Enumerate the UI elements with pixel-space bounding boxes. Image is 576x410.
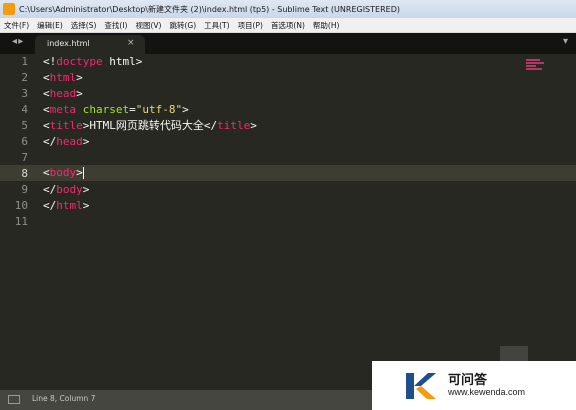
code-token: < (43, 103, 50, 116)
code-line-9[interactable]: </body> (43, 182, 89, 198)
sublime-icon (3, 3, 15, 15)
menu-goto[interactable]: 跳转(G) (165, 20, 200, 31)
code-token: "utf-8" (135, 103, 183, 116)
code-token: charset (82, 103, 130, 116)
code-line-2[interactable]: <html> (43, 70, 83, 86)
code-line-3[interactable]: <head> (43, 86, 83, 102)
menu-view[interactable]: 视图(V) (131, 20, 165, 31)
code-token: </ (43, 135, 57, 148)
code-token: > (82, 183, 90, 196)
code-token: > (82, 135, 90, 148)
code-line-6[interactable]: </head> (43, 134, 89, 150)
line-number: 3 (21, 87, 28, 100)
code-token: html> (102, 55, 143, 68)
code-token: </ (43, 183, 57, 196)
tab-nav-arrows-icon[interactable]: ◂ ▸ (12, 36, 23, 47)
menu-file[interactable]: 文件(F) (0, 20, 33, 31)
title-bar: C:\Users\Administrator\Desktop\新建文件夹 (2)… (0, 0, 576, 18)
code-token: html (49, 71, 77, 84)
tab-strip: ◂ ▸ index.html × ▾ (0, 33, 576, 54)
code-editor[interactable]: 1 2 3 4 5 6 7 8 9 10 11 <!doctype html> … (0, 54, 576, 390)
code-token: > (76, 166, 83, 179)
code-token: body (56, 183, 83, 196)
line-number: 4 (21, 103, 28, 116)
line-number: 9 (21, 183, 28, 196)
code-token: head (56, 135, 83, 148)
menu-bar: 文件(F) 编辑(E) 选择(S) 查找(I) 视图(V) 跳转(G) 工具(T… (0, 18, 576, 33)
code-token: meta (49, 103, 77, 116)
code-line-10[interactable]: </html> (43, 198, 89, 214)
code-token: > (182, 103, 189, 116)
line-number: 10 (14, 199, 28, 212)
code-token: <! (43, 55, 57, 68)
code-token: > (82, 199, 90, 212)
menu-preferences[interactable]: 首选项(N) (267, 20, 309, 31)
watermark-url: www.kewenda.com (448, 386, 526, 397)
line-number: 1 (21, 55, 28, 68)
chevron-down-icon[interactable]: ▾ (563, 36, 568, 47)
line-number-gutter: 1 2 3 4 5 6 7 8 9 10 11 (0, 54, 34, 390)
line-number: 11 (14, 215, 28, 228)
window-title: C:\Users\Administrator\Desktop\新建文件夹 (2)… (19, 4, 400, 14)
tab-label: index.html (47, 39, 90, 48)
code-line-1[interactable]: <!doctype html> (43, 54, 142, 70)
code-token: < (43, 119, 50, 132)
code-line-4[interactable]: <meta charset="utf-8"> (43, 102, 189, 118)
code-token: body (49, 166, 77, 179)
code-token: title (49, 119, 83, 132)
close-icon[interactable]: × (127, 38, 135, 48)
line-number: 6 (21, 135, 28, 148)
menu-tools[interactable]: 工具(T) (200, 20, 233, 31)
kewenda-logo-icon (406, 372, 436, 399)
code-token: > (250, 119, 257, 132)
line-number-current: 8 (21, 167, 28, 180)
panel-toggle-icon[interactable] (8, 395, 20, 404)
line-number: 7 (21, 151, 28, 164)
code-token: head (49, 87, 77, 100)
code-token: >HTML网页跳转代码大全</ (82, 119, 218, 132)
menu-help[interactable]: 帮助(H) (309, 20, 344, 31)
code-token: = (129, 103, 136, 116)
code-token: doctype (56, 55, 103, 68)
menu-edit[interactable]: 编辑(E) (33, 20, 67, 31)
code-token: > (76, 71, 83, 84)
line-number: 2 (21, 71, 28, 84)
code-token: > (76, 87, 83, 100)
watermark: 可问答 www.kewenda.com (372, 361, 576, 410)
cursor-position: Line 8, Column 7 (32, 394, 96, 403)
code-token: < (43, 166, 50, 179)
menu-find[interactable]: 查找(I) (100, 20, 131, 31)
minimap[interactable] (526, 58, 546, 72)
watermark-cn: 可问答 (448, 372, 488, 388)
code-token: html (56, 199, 83, 212)
code-token: < (43, 87, 50, 100)
code-token: < (43, 71, 50, 84)
code-line-5[interactable]: <title>HTML网页跳转代码大全</title> (43, 118, 257, 134)
menu-project[interactable]: 项目(P) (234, 20, 267, 31)
code-token: title (217, 119, 251, 132)
code-token: </ (43, 199, 57, 212)
code-line-8-current[interactable]: <body> (34, 165, 576, 181)
line-number: 5 (21, 119, 28, 132)
tab-index-html[interactable]: index.html × (35, 35, 145, 54)
menu-selection[interactable]: 选择(S) (67, 20, 101, 31)
text-cursor (82, 167, 84, 179)
